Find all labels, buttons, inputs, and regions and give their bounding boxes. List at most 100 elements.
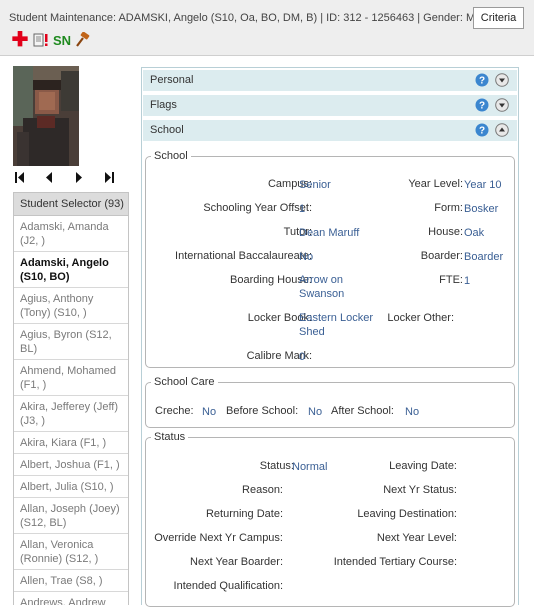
student-detail: (Ronnie) (S12, ) bbox=[20, 553, 99, 565]
list-item[interactable]: Allen, Trae (S8, ) bbox=[14, 570, 128, 592]
year-level-value: Year 10 bbox=[464, 179, 502, 191]
add-icon[interactable]: ✚ bbox=[11, 30, 29, 50]
before-school-label: Before School: bbox=[226, 405, 299, 417]
next-year-level-label: Next Year Level: bbox=[376, 532, 457, 544]
house-value: Oak bbox=[464, 227, 485, 239]
list-item-selected[interactable]: Adamski, Angelo (S10, BO) bbox=[14, 252, 128, 288]
year-level-label: Year Level: bbox=[408, 178, 463, 190]
tutor-value: Dean Maruff bbox=[299, 227, 360, 239]
status-label: Status: bbox=[259, 460, 294, 472]
last-icon[interactable] bbox=[104, 172, 114, 186]
svg-text:?: ? bbox=[479, 126, 485, 137]
boarding-house-line: Arrow on bbox=[299, 274, 344, 286]
status-value: Normal bbox=[292, 461, 328, 473]
accordion-personal[interactable]: Personal ? bbox=[143, 70, 517, 91]
list-item[interactable]: Allan, Joseph (Joey) (S12, BL) bbox=[14, 498, 128, 534]
collapse-icon[interactable] bbox=[495, 123, 509, 137]
student-detail: (J3, ) bbox=[20, 415, 46, 427]
student-name: Akira, Kiara (F1, ) bbox=[20, 437, 107, 449]
house-label: House: bbox=[428, 226, 463, 238]
student-detail: (Tony) (S10, ) bbox=[20, 307, 87, 319]
returning-date-label: Returning Date: bbox=[205, 508, 283, 520]
next-icon[interactable] bbox=[75, 172, 83, 186]
campus-value: Senior bbox=[299, 179, 331, 191]
accordion-label: Flags bbox=[150, 99, 177, 111]
student-detail-panel: Personal ? Flags ? School ? School Campu… bbox=[141, 67, 519, 607]
status-legend: Status bbox=[154, 431, 186, 443]
list-item[interactable]: Akira, Kiara (F1, ) bbox=[14, 432, 128, 454]
photo-navigation bbox=[13, 170, 123, 186]
student-selector-heading: Student Selector (93) bbox=[14, 193, 128, 216]
next-yr-status-label: Next Yr Status: bbox=[383, 484, 457, 496]
international-baccalaureate-label: International Baccalaureate: bbox=[175, 250, 312, 262]
intended-qualification-label: Intended Qualification: bbox=[173, 580, 283, 592]
next-year-boarder-label: Next Year Boarder: bbox=[190, 556, 283, 568]
creche-value: No bbox=[202, 406, 217, 418]
locker-other-label: Locker Other: bbox=[387, 312, 454, 324]
accordion-flags[interactable]: Flags ? bbox=[143, 95, 517, 116]
toolbar: ✚ SN bbox=[11, 30, 91, 50]
boarding-house-value: Arrow on Swanson bbox=[299, 273, 344, 301]
list-item[interactable]: Agius, Byron (S12, BL) bbox=[14, 324, 128, 360]
svg-text:?: ? bbox=[479, 101, 485, 112]
intended-tertiary-course-label: Intended Tertiary Course: bbox=[333, 556, 457, 568]
locker-book-line: Eastern Locker bbox=[299, 312, 373, 324]
list-item[interactable]: Agius, Anthony (Tony) (S10, ) bbox=[14, 288, 128, 324]
after-school-value: No bbox=[405, 406, 420, 418]
after-school-label: After School: bbox=[331, 405, 394, 417]
list-item[interactable]: Allan, Veronica (Ronnie) (S12, ) bbox=[14, 534, 128, 570]
list-item[interactable]: Adamski, Amanda (J2, ) bbox=[14, 216, 128, 252]
locker-book-line: Shed bbox=[299, 326, 325, 338]
student-photo bbox=[13, 66, 79, 166]
page-title: Student Maintenance: ADAMSKI, Angelo (S1… bbox=[9, 12, 476, 24]
student-name: Agius, Anthony bbox=[20, 293, 94, 305]
boarding-house-line: Swanson bbox=[299, 288, 345, 300]
student-selector: Student Selector (93) Adamski, Amanda (J2… bbox=[13, 192, 129, 605]
student-name: Ahmend, Mohamed bbox=[20, 365, 116, 377]
svg-text:?: ? bbox=[479, 76, 485, 87]
student-name: Albert, Joshua (F1, ) bbox=[20, 459, 120, 471]
school-care-legend: School Care bbox=[154, 376, 215, 388]
fte-label: FTE: bbox=[439, 274, 463, 286]
help-icon[interactable]: ? bbox=[475, 123, 489, 137]
leaving-date-label: Leaving Date: bbox=[389, 460, 457, 472]
sn-button[interactable]: SN bbox=[53, 31, 71, 49]
student-detail: (J2, ) bbox=[20, 235, 46, 247]
boarder-value: Boarder bbox=[464, 251, 504, 263]
student-name: Allen, Trae (S8, ) bbox=[20, 575, 103, 587]
student-name: Agius, Byron (S12, bbox=[20, 329, 112, 341]
override-next-yr-campus-label: Override Next Yr Campus: bbox=[154, 532, 283, 544]
page-header: Student Maintenance: ADAMSKI, Angelo (S1… bbox=[0, 0, 534, 56]
list-item[interactable]: Akira, Jefferey (Jeff) (J3, ) bbox=[14, 396, 128, 432]
international-baccalaureate-value: No bbox=[299, 251, 314, 263]
schooling-year-offset-value: 1 bbox=[299, 203, 306, 215]
form-value: Bosker bbox=[464, 203, 499, 215]
accordion-school[interactable]: School ? bbox=[143, 120, 517, 141]
document-alert-icon[interactable] bbox=[33, 31, 49, 49]
help-icon[interactable]: ? bbox=[475, 98, 489, 112]
boarder-label: Boarder: bbox=[420, 250, 463, 262]
list-item[interactable]: Ahmend, Mohamed (F1, ) bbox=[14, 360, 128, 396]
student-name: Andrews, Andrew bbox=[20, 597, 106, 605]
locker-book-value: Eastern Locker Shed bbox=[299, 311, 373, 339]
previous-icon[interactable] bbox=[45, 172, 53, 186]
student-name: Allan, Veronica bbox=[20, 539, 94, 551]
criteria-button[interactable]: Criteria bbox=[473, 7, 524, 29]
student-detail: (S10, BO) bbox=[20, 271, 70, 283]
list-item[interactable]: Albert, Julia (S10, ) bbox=[14, 476, 128, 498]
help-icon[interactable]: ? bbox=[475, 73, 489, 87]
student-detail: BL) bbox=[20, 343, 38, 355]
list-item[interactable]: Albert, Joshua (F1, ) bbox=[14, 454, 128, 476]
accordion-label: School bbox=[150, 124, 184, 136]
first-icon[interactable] bbox=[15, 172, 25, 186]
calibre-mark-value: 0 bbox=[299, 351, 306, 363]
gavel-icon[interactable] bbox=[75, 31, 91, 49]
creche-label: Creche: bbox=[155, 405, 194, 417]
expand-icon[interactable] bbox=[495, 73, 509, 87]
school-care-fieldset: School Care bbox=[145, 376, 515, 428]
reason-label: Reason: bbox=[242, 484, 283, 496]
list-item[interactable]: Andrews, Andrew bbox=[14, 592, 128, 605]
leaving-destination-label: Leaving Destination: bbox=[357, 508, 457, 520]
fte-value: 1 bbox=[464, 275, 471, 287]
expand-icon[interactable] bbox=[495, 98, 509, 112]
